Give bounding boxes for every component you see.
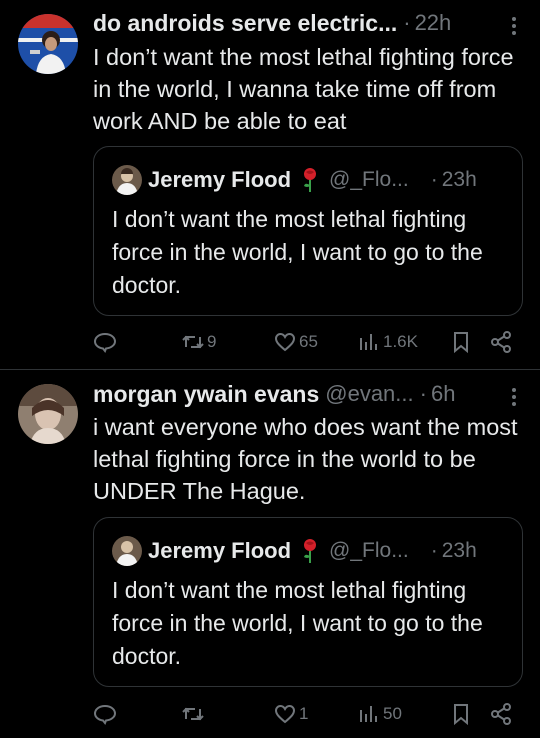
like-button[interactable]: 65 bbox=[273, 327, 318, 357]
avatar[interactable] bbox=[18, 384, 78, 444]
separator-dot: · bbox=[430, 539, 438, 562]
reply-button[interactable] bbox=[93, 327, 119, 357]
views-button[interactable]: 50 bbox=[357, 699, 402, 729]
quote-text: I don’t want the most lethal fighting fo… bbox=[112, 206, 483, 298]
share-button[interactable] bbox=[489, 699, 513, 729]
views-icon bbox=[360, 334, 377, 350]
timestamp[interactable]: 22h bbox=[415, 10, 452, 36]
view-count: 50 bbox=[383, 704, 402, 723]
quote-timestamp: 23h bbox=[441, 168, 477, 191]
timestamp[interactable]: 6h bbox=[431, 381, 455, 407]
bookmark-button[interactable] bbox=[449, 699, 473, 729]
separator-dot: · bbox=[430, 168, 438, 191]
tweet-header: do androids serve electric... · 22h bbox=[93, 8, 540, 38]
views-icon bbox=[360, 706, 377, 722]
views-button[interactable]: 1.6K bbox=[357, 327, 418, 357]
rose-icon bbox=[304, 168, 317, 192]
reply-button[interactable] bbox=[93, 699, 119, 729]
separator-dot: · bbox=[403, 10, 411, 35]
action-bar: 9 65 1.6K bbox=[93, 327, 523, 357]
quote-text: I don’t want the most lethal fighting fo… bbox=[112, 577, 483, 669]
tweet-text: I don’t want the most lethal fighting fo… bbox=[93, 44, 514, 134]
quote-header: Jeremy Flood @_Flo... · 23h bbox=[112, 536, 508, 566]
quote-handle[interactable]: @_Flo... bbox=[329, 539, 409, 563]
share-icon bbox=[491, 703, 511, 725]
quote-handle[interactable]: @_Flo... bbox=[329, 168, 409, 192]
bookmark-button[interactable] bbox=[449, 327, 473, 357]
repost-icon bbox=[182, 335, 204, 349]
quote-avatar bbox=[112, 536, 142, 566]
bookmark-icon bbox=[454, 704, 468, 726]
divider bbox=[0, 369, 540, 370]
avatar[interactable] bbox=[18, 14, 78, 74]
reply-icon bbox=[93, 704, 117, 725]
author-name[interactable]: do androids serve electric... bbox=[93, 10, 397, 37]
author-handle[interactable]: @evan... bbox=[325, 381, 413, 407]
repost-button[interactable]: 9 bbox=[181, 327, 216, 357]
quote-avatar bbox=[112, 165, 142, 195]
quote-timestamp: 23h bbox=[441, 539, 477, 562]
repost-icon bbox=[182, 707, 204, 721]
tweet-header: morgan ywain evans @evan... · 6h bbox=[93, 379, 540, 409]
quote-header: Jeremy Flood @_Flo... · 23h bbox=[112, 165, 508, 195]
tweet-2[interactable]: morgan ywain evans @evan... · 6h i want … bbox=[0, 371, 540, 738]
tweet-text: i want everyone who does want the most l… bbox=[93, 414, 518, 504]
more-dots-icon[interactable] bbox=[510, 385, 518, 407]
tweet-1[interactable]: do androids serve electric... · 22h I do… bbox=[0, 0, 540, 370]
like-button[interactable]: 1 bbox=[273, 699, 308, 729]
repost-count: 9 bbox=[207, 332, 217, 351]
like-count: 1 bbox=[299, 704, 309, 723]
like-count: 65 bbox=[299, 332, 318, 351]
heart-icon bbox=[274, 332, 296, 352]
quote-author-name[interactable]: Jeremy Flood bbox=[148, 538, 291, 564]
bookmark-icon bbox=[454, 332, 468, 354]
quote-tweet[interactable]: Jeremy Flood @_Flo... · 23h I don’t want… bbox=[93, 517, 523, 687]
action-bar: 1 50 bbox=[93, 699, 523, 729]
separator-dot: · bbox=[419, 381, 427, 406]
heart-icon bbox=[274, 704, 296, 724]
author-name[interactable]: morgan ywain evans bbox=[93, 381, 319, 408]
quote-author-name[interactable]: Jeremy Flood bbox=[148, 167, 291, 193]
share-icon bbox=[491, 331, 511, 353]
share-button[interactable] bbox=[489, 327, 513, 357]
reply-icon bbox=[93, 332, 117, 353]
repost-button[interactable] bbox=[181, 699, 207, 729]
more-dots-icon[interactable] bbox=[510, 14, 518, 36]
quote-tweet[interactable]: Jeremy Flood @_Flo... · 23h I don’t want… bbox=[93, 146, 523, 316]
rose-icon bbox=[304, 539, 317, 563]
view-count: 1.6K bbox=[383, 332, 418, 351]
